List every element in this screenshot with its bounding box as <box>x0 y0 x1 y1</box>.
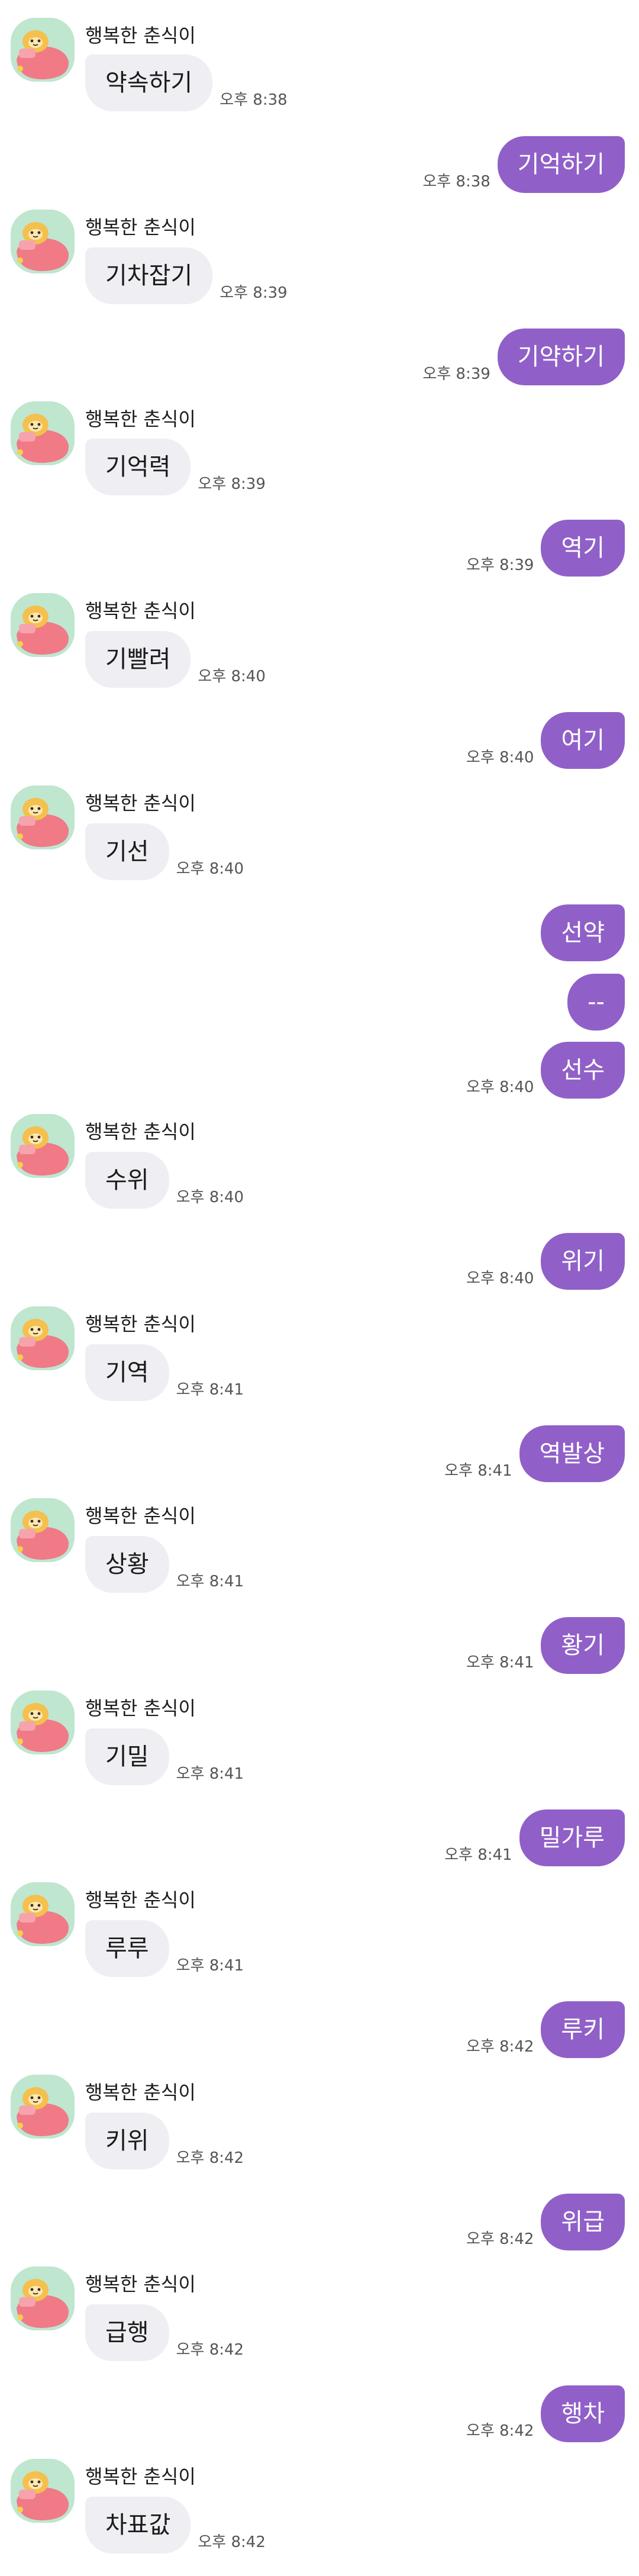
chat-thread: 행복한 춘식이 약속하기 오후 8:38 기억하기 오후 8:38 행복한 춘식이 기차잡… <box>0 0 639 2576</box>
message-timestamp: 오후 8:42 <box>466 2422 534 2440</box>
sender-avatar[interactable] <box>11 1114 75 1178</box>
incoming-message-bubble[interactable]: 기차잡기 <box>85 247 213 304</box>
outgoing-message-bubble[interactable]: 역기 <box>541 520 625 577</box>
sender-name: 행복한 춘식이 <box>85 1889 196 1911</box>
message-timestamp: 오후 8:42 <box>198 2533 266 2551</box>
sender-name: 행복한 춘식이 <box>85 1505 196 1527</box>
sender-avatar[interactable] <box>11 2266 75 2330</box>
outgoing-message-bubble[interactable]: 선약 <box>541 904 625 961</box>
sender-avatar[interactable] <box>11 401 75 465</box>
message-timestamp: 오후 8:38 <box>422 173 490 191</box>
message-timestamp: 오후 8:41 <box>444 1846 512 1864</box>
incoming-message-bubble[interactable]: 기밀 <box>85 1728 169 1785</box>
message-timestamp: 오후 8:40 <box>466 749 534 767</box>
message-timestamp: 오후 8:38 <box>220 91 288 109</box>
incoming-message-bubble[interactable]: 루루 <box>85 1920 169 1977</box>
incoming-message-bubble[interactable]: 차표값 <box>85 2497 191 2554</box>
message-timestamp: 오후 8:40 <box>176 860 244 878</box>
sender-name: 행복한 춘식이 <box>85 2465 196 2488</box>
outgoing-message-bubble[interactable]: 위기 <box>541 1233 625 1290</box>
incoming-message-bubble[interactable]: 기억력 <box>85 439 191 495</box>
outgoing-message-bubble[interactable]: 황기 <box>541 1617 625 1674</box>
sender-avatar[interactable] <box>11 1306 75 1370</box>
outgoing-message-bubble[interactable]: 행차 <box>541 2385 625 2442</box>
message-timestamp: 오후 8:42 <box>176 2341 244 2359</box>
sender-name: 행복한 춘식이 <box>85 600 196 622</box>
message-timestamp: 오후 8:41 <box>466 1654 534 1672</box>
sender-name: 행복한 춘식이 <box>85 1313 196 1335</box>
message-timestamp: 오후 8:39 <box>466 556 534 574</box>
sender-avatar[interactable] <box>11 2075 75 2139</box>
sender-name: 행복한 춘식이 <box>85 1697 196 1720</box>
incoming-message-bubble[interactable]: 수위 <box>85 1152 169 1209</box>
sender-avatar[interactable] <box>11 1498 75 1562</box>
message-timestamp: 오후 8:41 <box>444 1462 512 1480</box>
sender-name: 행복한 춘식이 <box>85 2081 196 2104</box>
incoming-message-bubble[interactable]: 키위 <box>85 2113 169 2169</box>
message-timestamp: 오후 8:42 <box>176 2149 244 2167</box>
sender-avatar[interactable] <box>11 210 75 273</box>
outgoing-message-bubble[interactable]: 루키 <box>541 2001 625 2058</box>
sender-name: 행복한 춘식이 <box>85 216 196 239</box>
message-timestamp: 오후 8:42 <box>466 2038 534 2056</box>
incoming-message-bubble[interactable]: 기선 <box>85 823 169 880</box>
message-timestamp: 오후 8:39 <box>422 365 490 383</box>
incoming-message-bubble[interactable]: 약속하기 <box>85 54 213 111</box>
message-timestamp: 오후 8:41 <box>176 1381 244 1399</box>
message-timestamp: 오후 8:39 <box>198 475 266 493</box>
sender-avatar[interactable] <box>11 785 75 849</box>
message-timestamp: 오후 8:40 <box>466 1078 534 1096</box>
sender-name: 행복한 춘식이 <box>85 2273 196 2295</box>
incoming-message-bubble[interactable]: 급행 <box>85 2304 169 2361</box>
message-timestamp: 오후 8:40 <box>466 1270 534 1287</box>
outgoing-message-bubble[interactable]: 선수 <box>541 1042 625 1099</box>
incoming-message-bubble[interactable]: 상황 <box>85 1536 169 1593</box>
outgoing-message-bubble[interactable]: -- <box>567 974 625 1031</box>
message-timestamp: 오후 8:41 <box>176 1573 244 1590</box>
message-timestamp: 오후 8:41 <box>176 1957 244 1975</box>
incoming-message-bubble[interactable]: 기역 <box>85 1344 169 1401</box>
sender-name: 행복한 춘식이 <box>85 408 196 430</box>
sender-name: 행복한 춘식이 <box>85 792 196 814</box>
outgoing-message-bubble[interactable]: 밀가루 <box>519 1809 625 1866</box>
sender-avatar[interactable] <box>11 1690 75 1754</box>
message-timestamp: 오후 8:39 <box>220 284 288 302</box>
sender-name: 행복한 춘식이 <box>85 1120 196 1143</box>
outgoing-message-bubble[interactable]: 여기 <box>541 712 625 769</box>
outgoing-message-bubble[interactable]: 기억하기 <box>497 136 625 193</box>
sender-avatar[interactable] <box>11 593 75 657</box>
sender-avatar[interactable] <box>11 2459 75 2523</box>
sender-avatar[interactable] <box>11 1882 75 1946</box>
outgoing-message-bubble[interactable]: 역발상 <box>519 1425 625 1482</box>
sender-name: 행복한 춘식이 <box>85 24 196 47</box>
message-timestamp: 오후 8:41 <box>176 1765 244 1783</box>
message-timestamp: 오후 8:40 <box>176 1189 244 1206</box>
outgoing-message-bubble[interactable]: 기약하기 <box>497 329 625 385</box>
outgoing-message-bubble[interactable]: 위급 <box>541 2194 625 2250</box>
message-timestamp: 오후 8:40 <box>198 668 266 685</box>
message-timestamp: 오후 8:42 <box>466 2230 534 2248</box>
incoming-message-bubble[interactable]: 기빨려 <box>85 631 191 688</box>
sender-avatar[interactable] <box>11 18 75 82</box>
